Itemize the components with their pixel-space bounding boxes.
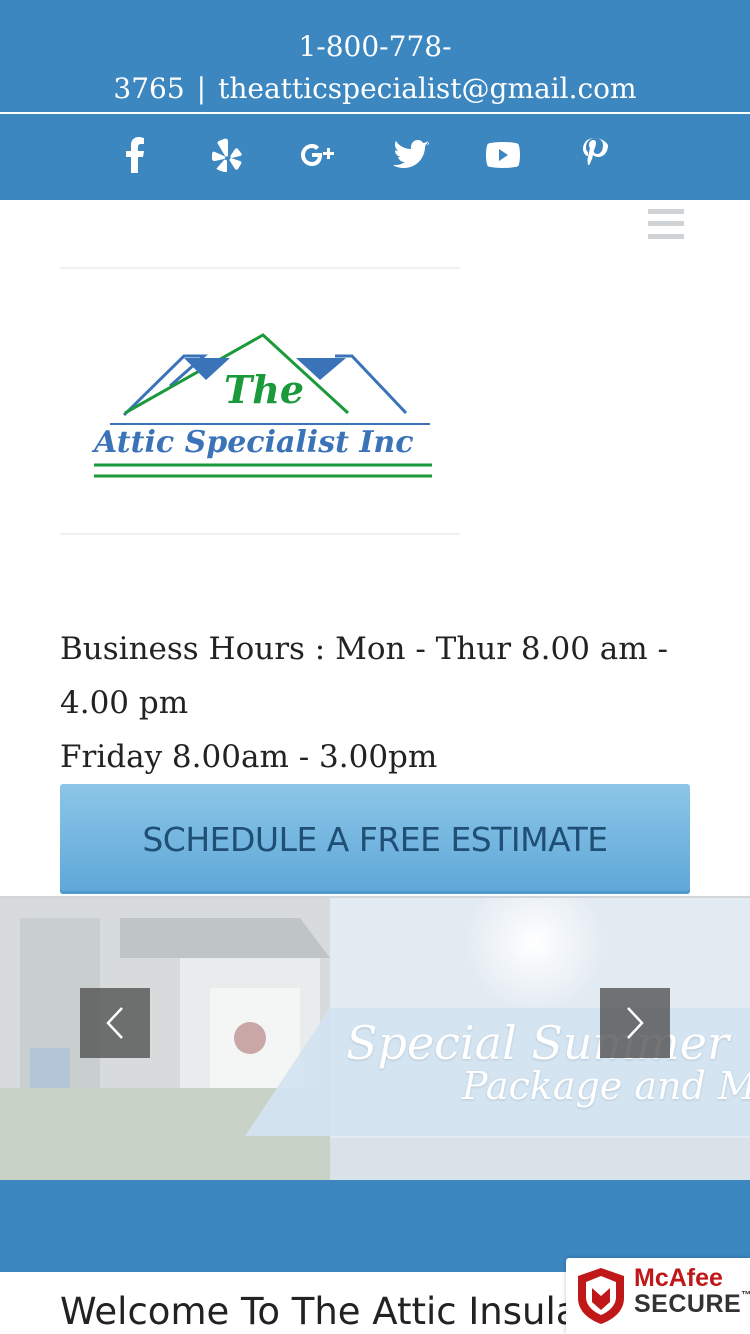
schedule-estimate-button[interactable]: SCHEDULE A FREE ESTIMATE: [60, 784, 690, 894]
slide-subtitle: Package and More: [462, 1064, 750, 1108]
hours-line-3: Friday 8.00am - 3.00pm: [60, 739, 438, 775]
twitter-icon[interactable]: [388, 132, 434, 178]
google-plus-icon[interactable]: [296, 132, 342, 178]
mcafee-shield-icon: [578, 1268, 624, 1324]
pinterest-icon[interactable]: [572, 132, 618, 178]
hamburger-menu-icon[interactable]: [646, 208, 686, 240]
social-links: [0, 132, 750, 178]
company-logo[interactable]: The Attic Specialist Inc: [90, 328, 436, 488]
logo-divider-top: [60, 267, 460, 269]
contact-info: 1-800-778- 3765 | theatticspecialist@gmail…: [0, 26, 750, 110]
facebook-icon[interactable]: [112, 132, 158, 178]
contact-separator: |: [196, 72, 207, 105]
slider-next-button[interactable]: [600, 988, 670, 1058]
slider-prev-button[interactable]: [80, 988, 150, 1058]
email-link[interactable]: theatticspecialist@gmail.com: [218, 72, 636, 105]
business-hours: Business Hours : Mon - Thur 8.00 am - 4.…: [60, 622, 700, 784]
yelp-icon[interactable]: [204, 132, 250, 178]
phone-number-part2[interactable]: 3765: [113, 72, 184, 105]
mcafee-secure-badge[interactable]: McAfee SECURE™: [566, 1258, 750, 1334]
mcafee-secure-label: SECURE: [634, 1290, 742, 1318]
top-bar: 1-800-778- 3765 | theatticspecialist@gmail…: [0, 0, 750, 200]
logo-company-name: Attic Specialist Inc: [91, 425, 414, 460]
mcafee-tm: ™: [741, 1290, 750, 1301]
topbar-divider: [0, 112, 750, 114]
slide-title: Special Summer: [346, 1016, 730, 1070]
logo-divider-bottom: [60, 533, 460, 535]
mcafee-secure-text: SECURE™: [634, 1290, 750, 1319]
youtube-icon[interactable]: [480, 132, 526, 178]
hours-line-2: 4.00 pm: [60, 685, 189, 721]
hero-slider[interactable]: Special Summer Package and More: [0, 896, 750, 1182]
logo-word-the: The: [224, 367, 304, 412]
chevron-right-icon: [627, 1007, 644, 1039]
phone-number-part1[interactable]: 1-800-778-: [0, 26, 750, 68]
mcafee-brand-text: McAfee: [634, 1264, 723, 1292]
hours-line-1: Business Hours : Mon - Thur 8.00 am -: [60, 631, 669, 667]
chevron-left-icon: [106, 1007, 123, 1039]
